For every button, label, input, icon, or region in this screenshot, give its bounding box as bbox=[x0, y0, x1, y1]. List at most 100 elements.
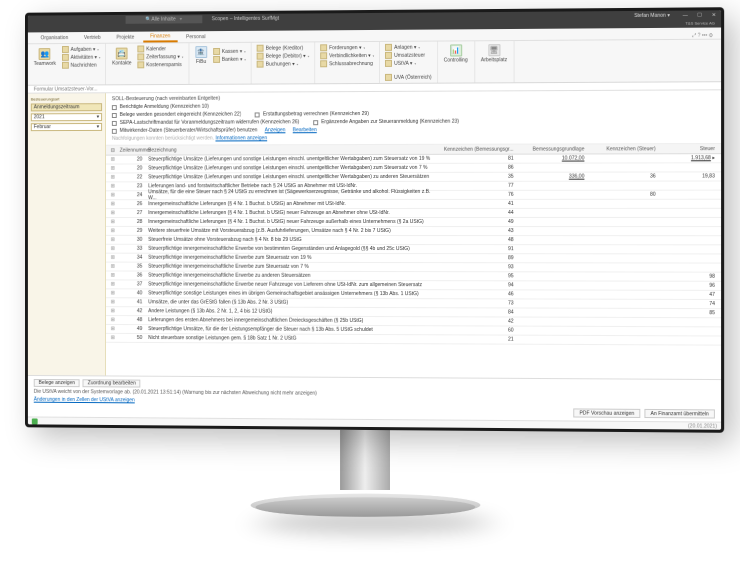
cell-kb: 21 bbox=[437, 336, 518, 342]
submit-finanzamt-button[interactable]: An Finanzamt übermitteln bbox=[644, 409, 714, 419]
expand-icon[interactable]: ⊞ bbox=[106, 237, 120, 243]
anlagen-button[interactable]: Anlagen ▾ bbox=[384, 44, 432, 51]
expand-icon[interactable]: ⊞ bbox=[106, 246, 120, 252]
uva-austria-button[interactable]: UVA (Österreich) bbox=[384, 74, 432, 81]
cell-ks: 36 bbox=[588, 174, 659, 180]
expand-icon[interactable]: ⊞ bbox=[106, 255, 120, 261]
minimize-button[interactable]: — bbox=[678, 13, 692, 19]
expand-all-icon[interactable]: ⊟ bbox=[106, 147, 120, 153]
expand-icon[interactable]: ⊞ bbox=[106, 308, 120, 314]
status-ok-icon bbox=[32, 418, 38, 424]
expand-icon[interactable]: ⊞ bbox=[106, 326, 120, 332]
info-link[interactable]: Informationen anzeigen bbox=[215, 135, 267, 141]
tab-finanzen[interactable]: Finanzen bbox=[143, 32, 177, 42]
close-button[interactable]: ✕ bbox=[707, 12, 721, 18]
expand-icon[interactable]: ⊞ bbox=[106, 228, 120, 234]
year-select[interactable]: 2021▾ bbox=[31, 113, 102, 121]
tab-vertrieb[interactable]: Vertrieb bbox=[77, 34, 108, 43]
aufgaben-button[interactable]: Aufgaben ▾ bbox=[61, 46, 102, 53]
table-row[interactable]: ⊞26Innergemeinschaftliche Lieferungen (§… bbox=[106, 200, 721, 209]
expand-icon[interactable]: ⊞ bbox=[106, 192, 120, 198]
nachrichten-button[interactable]: Nachrichten bbox=[61, 62, 102, 69]
bearbeiten-link[interactable]: Bearbeiten bbox=[293, 127, 317, 133]
fibu-button[interactable]: 🏦FiBu bbox=[193, 45, 209, 66]
col-zeilennummer[interactable]: Zeilennummer bbox=[120, 147, 146, 153]
global-search[interactable]: 🔍 Alle Inhalte ▾ bbox=[126, 15, 202, 24]
kontakte-button[interactable]: 📇Kontakte bbox=[110, 47, 133, 68]
table-row[interactable]: ⊞28Innergemeinschaftliche Lieferungen (§… bbox=[106, 218, 721, 227]
maximize-button[interactable]: ☐ bbox=[692, 12, 706, 18]
expand-icon[interactable]: ⊞ bbox=[106, 210, 120, 216]
forderungen-button[interactable]: Forderungen ▾ bbox=[319, 44, 375, 51]
cell-bg: 336,00 bbox=[518, 174, 589, 180]
expand-icon[interactable]: ⊞ bbox=[106, 264, 120, 270]
verbindlichkeiten-button[interactable]: Verbindlichkeiten ▾ bbox=[319, 52, 375, 59]
expand-icon[interactable]: ⊞ bbox=[106, 157, 120, 163]
chk-ergaenzende[interactable]: Ergänzende Angaben zur Steueranmeldung (… bbox=[313, 119, 459, 126]
cell-kb: 49 bbox=[437, 219, 518, 225]
zeiterfassung-button[interactable]: Zeiterfassung ▾ bbox=[136, 53, 184, 60]
kalender-button[interactable]: Kalender bbox=[136, 45, 184, 52]
ustva-table: ⊟ Zeilennummer Bezeichnung Kennzeichen (… bbox=[106, 144, 721, 379]
expand-icon[interactable]: ⊞ bbox=[106, 166, 120, 172]
table-row[interactable]: ⊞24Umsätze, für die eine Steuer nach § 2… bbox=[106, 191, 721, 201]
kassen-button[interactable]: Kassen ▾ bbox=[212, 48, 247, 55]
chk-belege-gesondert[interactable]: Belege werden gesondert eingereicht (Ken… bbox=[112, 112, 241, 118]
cell-kb: 93 bbox=[437, 264, 518, 270]
cell-st: 98 bbox=[660, 274, 721, 280]
banken-button[interactable]: Banken ▾ bbox=[212, 56, 247, 63]
col-kennzeichen-steuer[interactable]: Kennzeichen (Steuer) bbox=[588, 146, 659, 152]
expand-icon[interactable]: ⊞ bbox=[106, 174, 120, 180]
col-bezeichnung[interactable]: Bezeichnung bbox=[145, 146, 437, 153]
umsatzsteuer-button[interactable]: Umsatzsteuer bbox=[384, 52, 432, 59]
chk-sepa[interactable]: SEPA-Lastschriftmandat für Voranmeldungs… bbox=[112, 119, 299, 126]
dismiss-warning-link[interactable]: (Warnung bis zur nächsten Abweichung nic… bbox=[182, 390, 317, 397]
anzeigen-link[interactable]: Anzeigen bbox=[265, 127, 286, 133]
expand-icon[interactable]: ⊞ bbox=[106, 281, 120, 287]
aktivitaeten-button[interactable]: Aktivitäten ▾ bbox=[61, 54, 102, 61]
table-row[interactable]: ⊞50Nicht steuerbare sonstige Leistungen … bbox=[106, 334, 721, 346]
controlling-button[interactable]: 📊Controlling bbox=[442, 43, 470, 64]
cell-num: 20 bbox=[120, 165, 146, 171]
col-kennzeichen-bg[interactable]: Kennzeichen (Bemessungsgr... bbox=[437, 146, 518, 152]
expand-icon[interactable]: ⊞ bbox=[106, 299, 120, 305]
belege-anzeigen-button[interactable]: Belege anzeigen bbox=[34, 379, 80, 387]
expand-icon[interactable]: ⊞ bbox=[106, 201, 120, 207]
schlussabrechnung-button[interactable]: Schlussabrechnung bbox=[319, 60, 375, 67]
col-steuer[interactable]: Steuer bbox=[660, 146, 721, 152]
chk-erstattungsbetrag[interactable]: Erstattungsbetrag verrechnen (Kennzeiche… bbox=[255, 111, 369, 117]
expand-icon[interactable]: ⊞ bbox=[106, 317, 120, 323]
cell-desc: Steuerpflichtige Umsätze (Lieferungen un… bbox=[145, 174, 437, 180]
window-title: Scopen – Intelligentes SurfMgt bbox=[212, 16, 279, 22]
teamwork-button[interactable]: 👥Teamwork bbox=[32, 47, 58, 68]
expand-icon[interactable]: ⊞ bbox=[106, 272, 120, 278]
tab-personal[interactable]: Personal bbox=[179, 33, 212, 42]
expand-icon[interactable]: ⊞ bbox=[106, 219, 120, 225]
ribbon-help-icons[interactable]: ⤢ ? ••• ⚙ bbox=[692, 33, 721, 39]
expand-icon[interactable]: ⊞ bbox=[106, 335, 120, 341]
buchungen-button[interactable]: Buchungen ▾ bbox=[256, 60, 310, 67]
ribbon-group-fibu: 🏦FiBu Kassen ▾ Banken ▾ bbox=[189, 43, 252, 84]
expand-icon[interactable]: ⊞ bbox=[106, 290, 120, 296]
month-select[interactable]: Februar▾ bbox=[31, 123, 102, 131]
pdf-preview-button[interactable]: PDF Vorschau anzeigen bbox=[573, 408, 640, 418]
expand-icon[interactable]: ⊞ bbox=[106, 183, 120, 189]
cell-kb: 81 bbox=[437, 156, 518, 162]
tab-projekte[interactable]: Projekte bbox=[110, 34, 142, 43]
cell-kb: 77 bbox=[437, 183, 518, 189]
table-row[interactable]: ⊞27Innergemeinschaftliche Lieferungen (§… bbox=[106, 209, 721, 218]
belege-debitor-button[interactable]: Belege (Debitor) ▾ bbox=[256, 52, 310, 59]
tab-organisation[interactable]: Organisation bbox=[34, 34, 75, 43]
table-row[interactable]: ⊞29Weitere steuerfreie Umsätze mit Vorst… bbox=[106, 227, 721, 236]
kosten-button[interactable]: Kostenersparnis bbox=[136, 61, 184, 68]
col-bemessungsgrundlage[interactable]: Bemessungsgrundlage bbox=[518, 146, 589, 152]
cell-st: 19,83 bbox=[660, 173, 721, 179]
ustva-button[interactable]: UStVA ▾ bbox=[384, 60, 432, 67]
app-window: 🔍 Alle Inhalte ▾ Scopen – Intelligentes … bbox=[28, 10, 721, 429]
belege-kreditor-button[interactable]: Belege (Kreditor) bbox=[256, 44, 310, 51]
chk-mitwirkender[interactable]: Mitwirkender-Daten (Steuerberater/Wirtsc… bbox=[112, 126, 715, 134]
user-menu[interactable]: Stefan Manon ▾ bbox=[634, 13, 670, 19]
ribbon-group-anlagen: Anlagen ▾ Umsatzsteuer UStVA ▾ UVA (Öste… bbox=[380, 42, 438, 83]
arbeitsplatz-button[interactable]: 🖥Arbeitsplatz bbox=[479, 43, 509, 64]
zuordnung-bearbeiten-button[interactable]: Zuordnung bearbeiten bbox=[83, 379, 141, 387]
